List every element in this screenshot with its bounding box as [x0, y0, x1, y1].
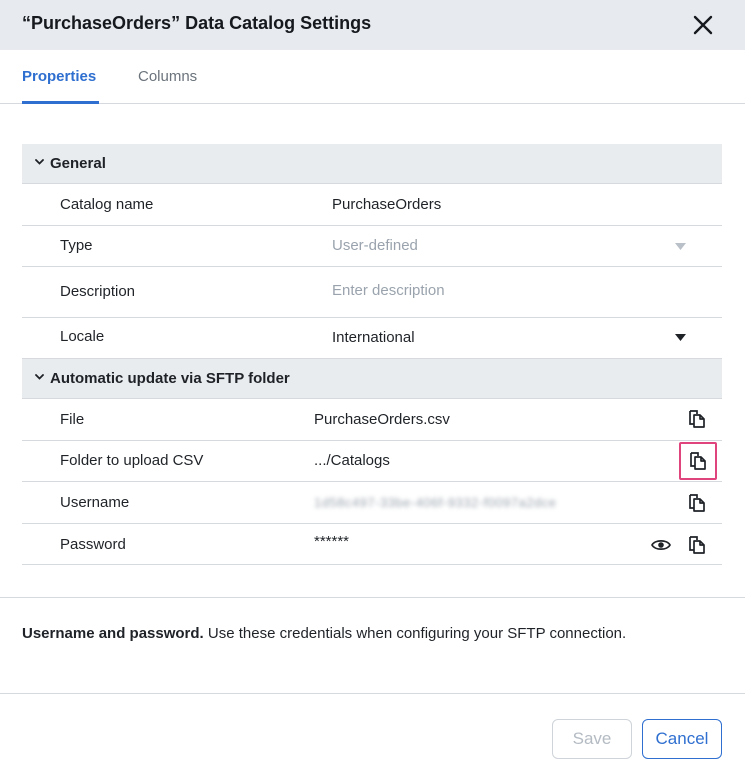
credentials-note: Username and password. Use these credent… — [22, 625, 626, 642]
show-password-button[interactable] — [646, 530, 676, 560]
type-label: Type — [60, 237, 93, 254]
copy-icon[interactable] — [687, 535, 707, 555]
close-icon[interactable] — [690, 12, 716, 38]
chevron-down-icon — [35, 374, 44, 380]
tab-properties[interactable]: Properties — [22, 68, 96, 85]
username-label: Username — [60, 494, 130, 511]
tab-columns[interactable]: Columns — [138, 68, 197, 85]
password-row: Password ****** — [22, 524, 722, 565]
locale-row[interactable]: Locale International — [22, 318, 722, 359]
username-row: Username 1d58c497-33be-406f-9332-f0097a2… — [22, 482, 722, 524]
description-row[interactable]: Description Enter description — [22, 267, 722, 318]
credentials-note-bold: Username and password. — [22, 625, 204, 642]
caret-down-icon — [675, 243, 686, 250]
section-sftp-label: Automatic update via SFTP folder — [50, 370, 290, 387]
folder-label: Folder to upload CSV — [60, 452, 204, 469]
password-value: ****** — [314, 533, 350, 550]
locale-label: Locale — [60, 328, 105, 345]
file-value: PurchaseOrders.csv — [314, 411, 450, 428]
file-row: File PurchaseOrders.csv — [22, 399, 722, 441]
footer-divider-bottom — [0, 693, 745, 694]
file-label: File — [60, 411, 85, 428]
folder-row: Folder to upload CSV .../Catalogs — [22, 441, 722, 482]
type-select: User-defined — [332, 237, 418, 254]
description-input[interactable]: Enter description — [332, 282, 445, 299]
catalog-name-label: Catalog name — [60, 196, 154, 213]
caret-down-icon[interactable] — [675, 334, 686, 341]
chevron-down-icon — [35, 159, 44, 165]
copy-icon[interactable] — [687, 493, 707, 513]
eye-icon[interactable] — [651, 538, 671, 552]
copy-file-button[interactable] — [682, 404, 712, 434]
tab-bar: Properties Columns — [0, 50, 745, 104]
copy-username-button[interactable] — [682, 488, 712, 518]
password-label: Password — [60, 536, 126, 553]
dialog-header: “PurchaseOrders” Data Catalog Settings — [0, 0, 745, 50]
catalog-name-row: Catalog name PurchaseOrders — [22, 184, 722, 226]
close-button[interactable] — [690, 12, 716, 38]
cancel-button[interactable]: Cancel — [642, 719, 722, 759]
dialog-title: “PurchaseOrders” Data Catalog Settings — [22, 13, 372, 33]
copy-folder-button[interactable] — [679, 442, 717, 480]
folder-value: .../Catalogs — [314, 452, 390, 469]
save-button[interactable]: Save — [552, 719, 632, 759]
username-value: 1d58c497-33be-406f-9332-f0097a2dce — [314, 495, 557, 510]
footer-divider-top — [0, 597, 745, 598]
description-label: Description — [60, 283, 136, 300]
copy-icon[interactable] — [688, 451, 708, 471]
locale-select[interactable]: International — [332, 329, 415, 346]
section-general-label: General — [50, 155, 106, 172]
copy-icon[interactable] — [687, 409, 707, 429]
active-tab-indicator — [22, 101, 99, 104]
section-general-header[interactable]: General — [22, 144, 722, 184]
type-row: Type User-defined — [22, 226, 722, 267]
credentials-note-text: Use these credentials when configuring y… — [203, 625, 627, 642]
copy-password-button[interactable] — [682, 530, 712, 560]
catalog-name-value: PurchaseOrders — [332, 196, 442, 213]
section-sftp-header[interactable]: Automatic update via SFTP folder — [22, 359, 722, 399]
